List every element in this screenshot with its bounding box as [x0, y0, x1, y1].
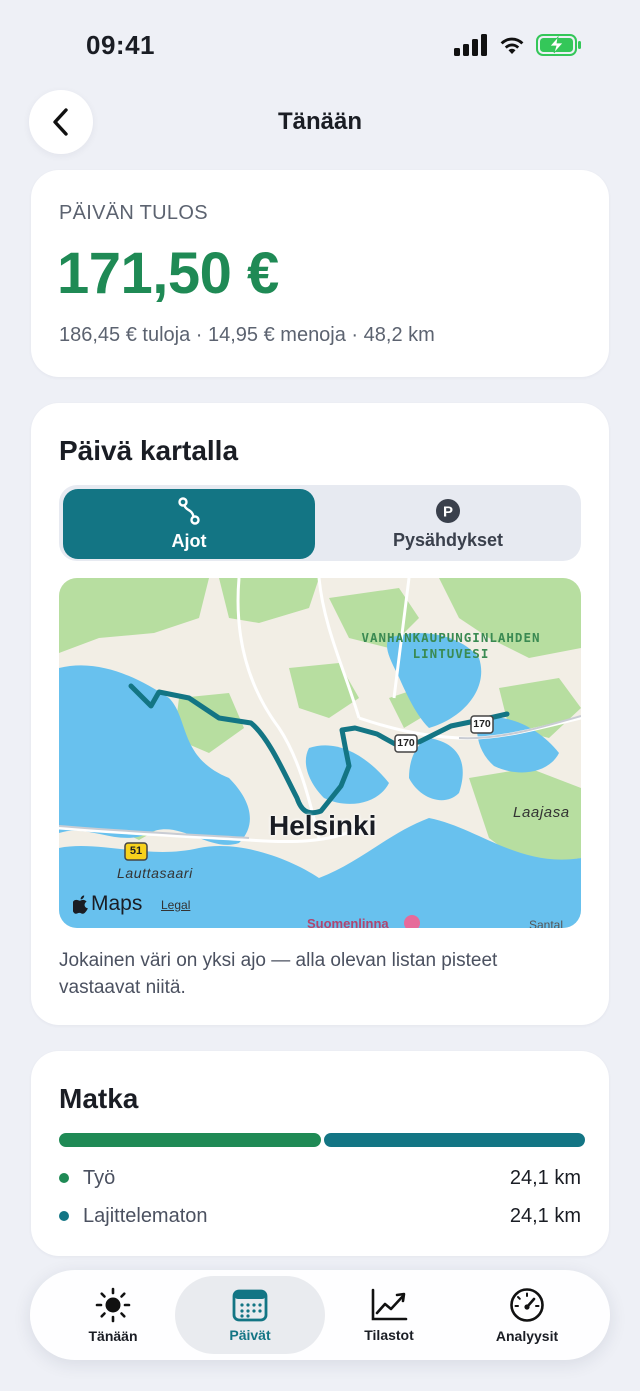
- tab-analytics-label: Analyysit: [495, 1327, 559, 1344]
- tab-days-label: Päivät: [229, 1326, 271, 1343]
- calendar-icon: [232, 1289, 268, 1321]
- map-label-island: Suomenlinna: [307, 916, 389, 928]
- distance-row-work[interactable]: Työ 24,1 km: [59, 1163, 581, 1193]
- status-time: 09:41: [86, 30, 155, 60]
- maps-brand-label: Maps: [91, 892, 143, 915]
- map-note: Jokainen väri on yksi ajo — alla olevan …: [59, 950, 498, 998]
- cellular-signal-icon: [454, 34, 487, 56]
- tab-drives[interactable]: Ajot: [63, 489, 315, 559]
- map-label-east: Laajasa: [513, 804, 570, 821]
- tab-bar: Tänään Päivät Tilastot Analyysit: [30, 1270, 610, 1360]
- work-dot: [59, 1173, 69, 1183]
- unsorted-dot: [59, 1211, 69, 1221]
- gauge-icon: [510, 1287, 544, 1322]
- distance-row-value: 24,1 km: [509, 1166, 581, 1189]
- tab-drives-label: Ajot: [171, 530, 207, 551]
- distance-row-label: Lajittelematon: [83, 1204, 208, 1227]
- map-mode-segmented-control: Ajot P Pysähdykset: [59, 485, 581, 561]
- apple-maps-logo: Maps: [73, 892, 142, 916]
- sun-icon: [95, 1287, 131, 1322]
- result-value: 171,50 €: [57, 241, 279, 306]
- tab-days[interactable]: Päivät: [175, 1276, 325, 1354]
- map-legal-link[interactable]: Legal: [161, 898, 190, 912]
- map-road-shield-170a: 170: [397, 737, 415, 749]
- map-card-title: Päivä kartalla: [59, 435, 239, 466]
- distance-row-unsorted[interactable]: Lajittelematon 24,1 km: [59, 1201, 581, 1231]
- status-icons: [454, 34, 582, 56]
- map-road-shield-51: 51: [129, 845, 143, 857]
- result-summary: 186,45 € tuloja · 14,95 € menoja · 48,2 …: [59, 324, 435, 346]
- tab-today-label: Tänään: [88, 1327, 138, 1344]
- apple-logo-icon: [73, 894, 88, 914]
- distance-bar-segment-unsorted: [323, 1133, 585, 1147]
- map-label-corner: Santal: [529, 918, 564, 928]
- tab-statistics-label: Tilastot: [364, 1326, 414, 1343]
- map-road-shield-170b: 170: [473, 718, 491, 730]
- status-bar: 09:41: [0, 0, 640, 94]
- tab-stops[interactable]: P Pysähdykset: [317, 489, 579, 559]
- chart-icon: [371, 1288, 408, 1320]
- daily-result-card: PÄIVÄN TULOS 171,50 € 186,45 € tuloja · …: [31, 170, 609, 377]
- result-label: PÄIVÄN TULOS: [59, 202, 208, 224]
- distance-bar-segment-work: [59, 1133, 321, 1147]
- distance-row-value: 24,1 km: [509, 1204, 581, 1227]
- map-label-reserve-line2: LINTUVESI: [412, 646, 490, 661]
- battery-charging-icon: [536, 34, 581, 56]
- route-icon: [178, 496, 200, 525]
- svg-text:P: P: [443, 503, 453, 520]
- distance-title: Matka: [59, 1083, 139, 1114]
- tab-statistics[interactable]: Tilastot: [314, 1276, 464, 1354]
- tab-today[interactable]: Tänään: [38, 1276, 188, 1354]
- map-label-reserve-line1: VANHANKAUPUNGINLAHDEN: [361, 630, 541, 645]
- tab-stops-label: Pysähdykset: [392, 529, 504, 550]
- page-title: Tänään: [277, 108, 363, 135]
- route-map[interactable]: VANHANKAUPUNGINLAHDEN LINTUVESI Helsinki…: [59, 578, 581, 928]
- distance-card: Matka Työ 24,1 km Lajittelematon 24,1 km: [31, 1051, 609, 1256]
- distance-row-label: Työ: [83, 1166, 116, 1189]
- parking-icon: P: [436, 498, 460, 523]
- map-label-district: Lauttasaari: [117, 865, 193, 881]
- map-label-city: Helsinki: [269, 810, 377, 841]
- tab-analytics[interactable]: Analyysit: [452, 1276, 602, 1354]
- wifi-icon: [500, 37, 524, 54]
- distance-bar: [59, 1133, 585, 1147]
- day-map-card: Päivä kartalla Ajot P Pysähdykset VANHAN…: [31, 403, 609, 1025]
- map-label-reserve: VANHANKAUPUNGINLAHDEN LINTUVESI: [321, 630, 581, 662]
